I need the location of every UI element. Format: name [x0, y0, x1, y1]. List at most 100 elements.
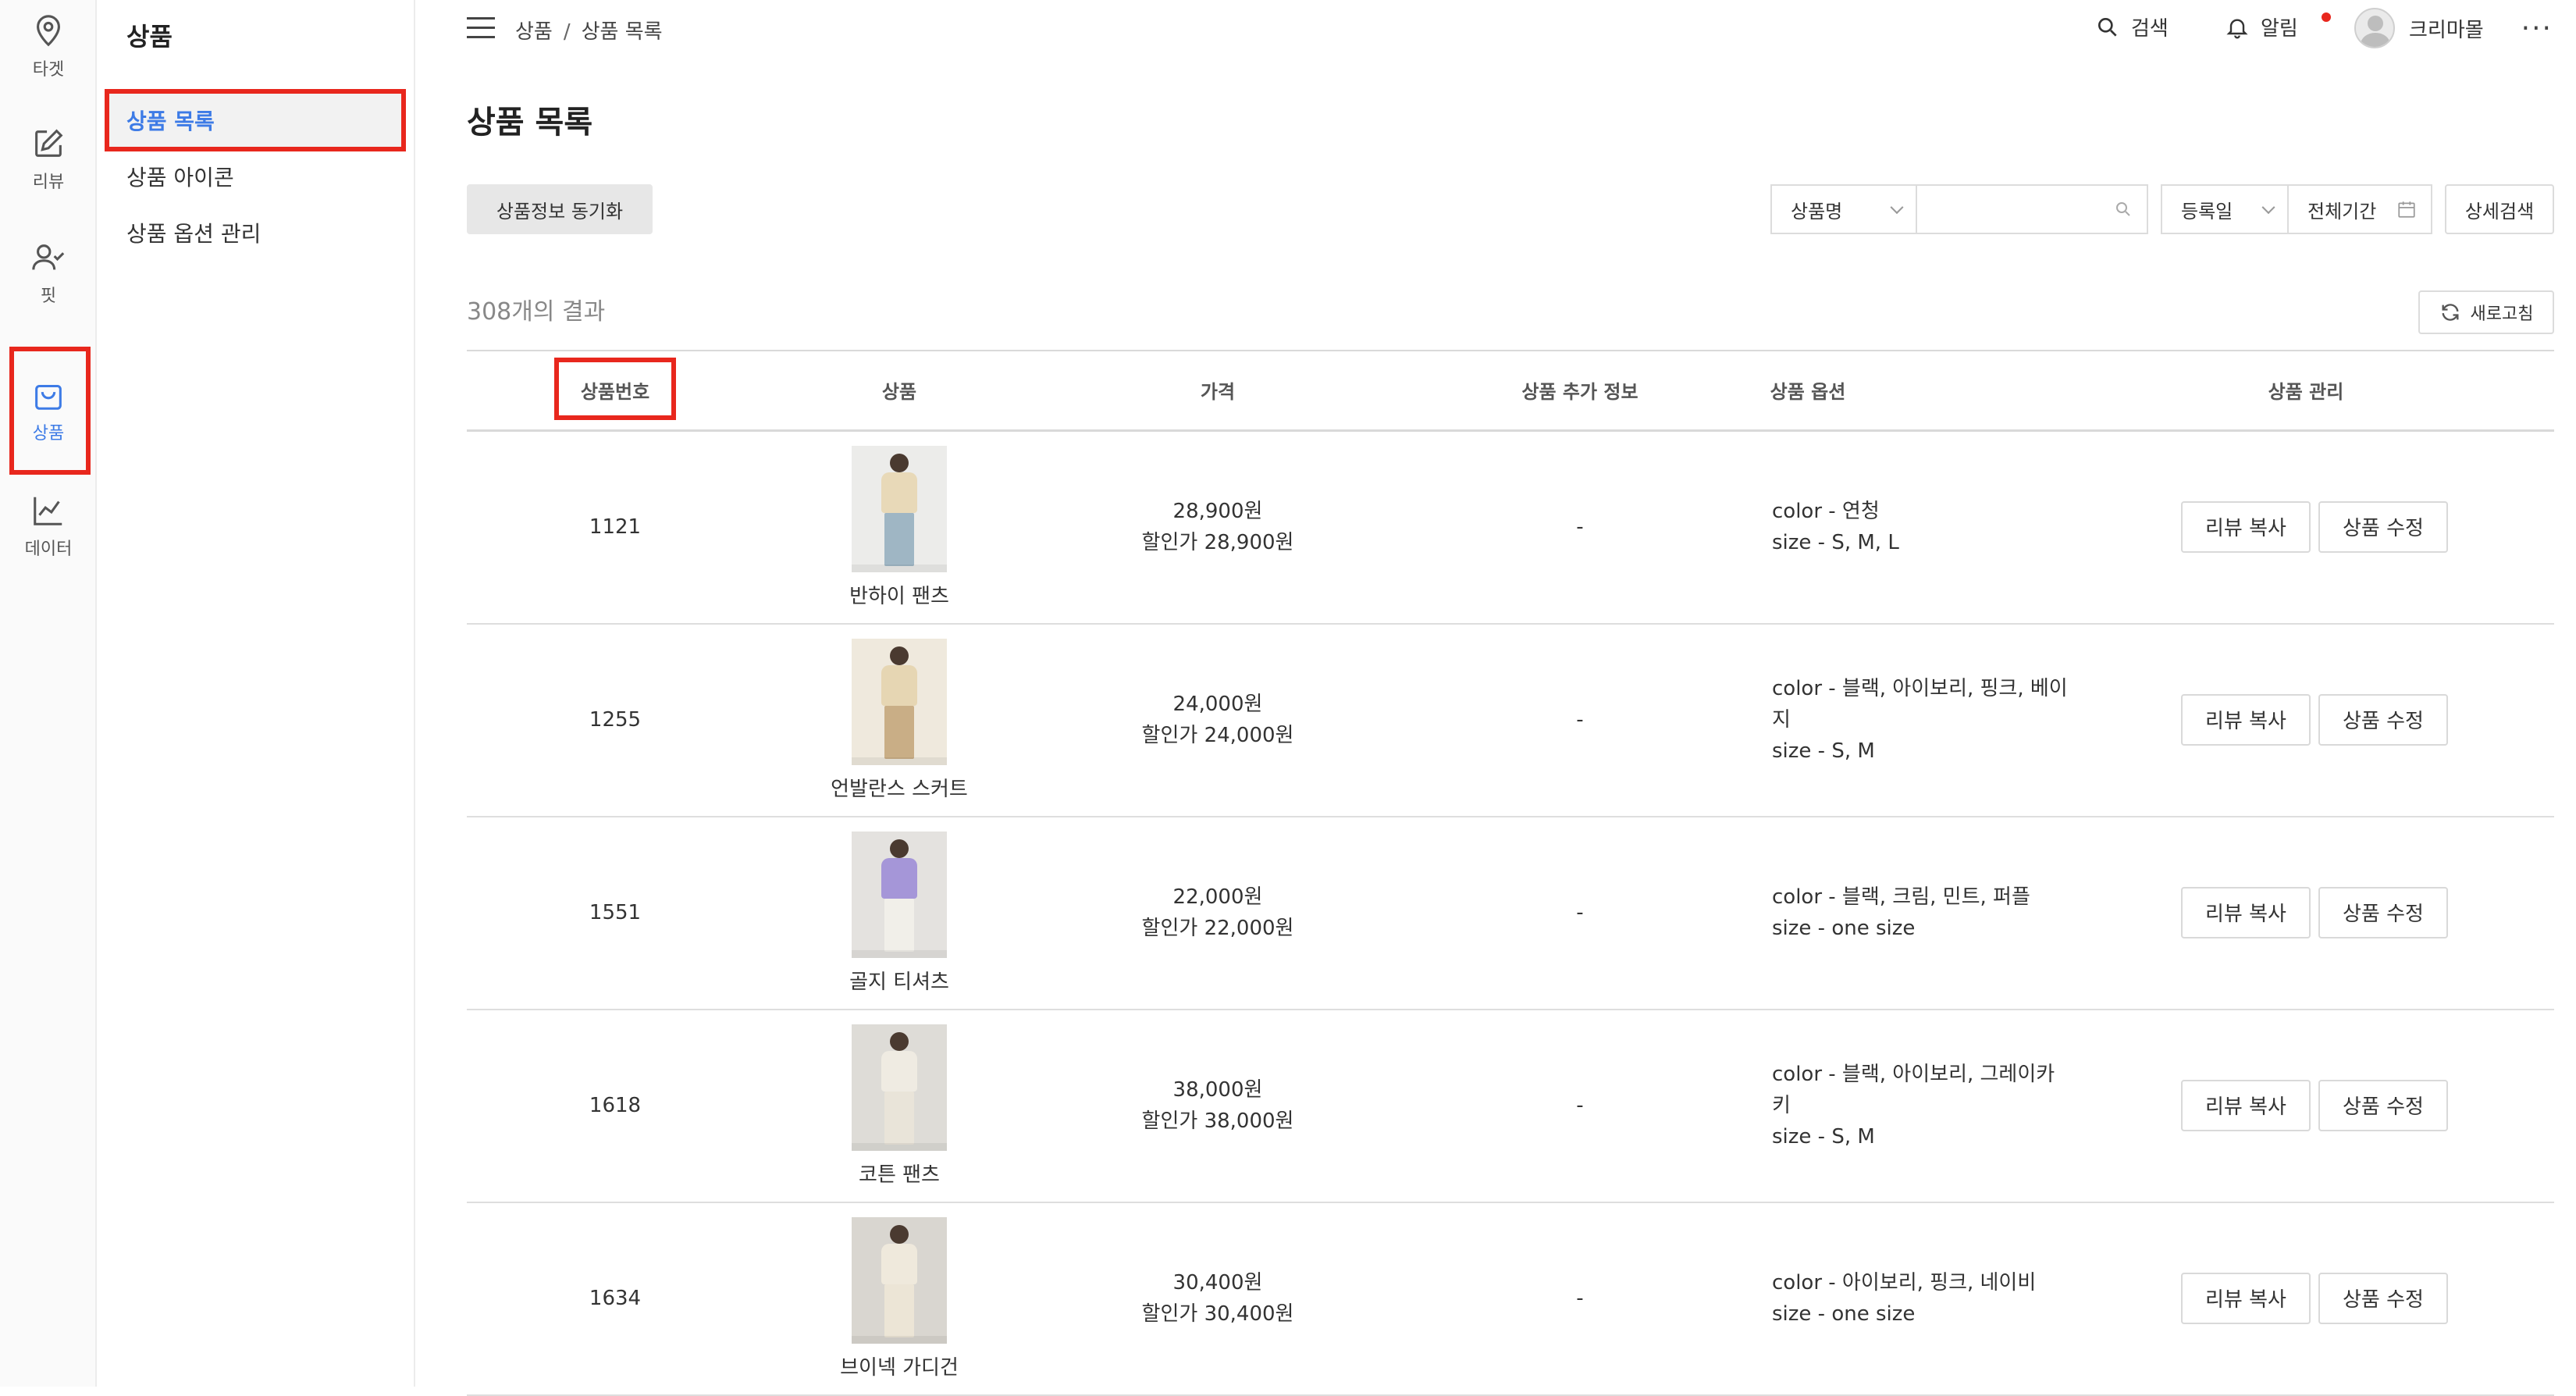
column-header-price: 가격	[1200, 381, 1236, 403]
annotation-highlight	[105, 89, 406, 151]
search-field-select-value: 상품명	[1791, 200, 1843, 223]
search-icon	[2116, 202, 2130, 216]
more-options-icon[interactable]: ···	[2521, 12, 2553, 45]
table-row: 1255 언발란스 스커트 24,000원 할인가 24,000원 - color - 블…	[467, 625, 2554, 817]
user-menu[interactable]: 크리마몰	[2354, 8, 2484, 48]
subnav-item-option-management[interactable]: 상품 옵션 관리	[126, 217, 261, 248]
column-header-extra-info: 상품 추가 정보	[1521, 381, 1638, 403]
header-search-button[interactable]: 검색	[2095, 12, 2169, 41]
price-cell: 30,400원할인가 30,400원	[1142, 1267, 1294, 1330]
advanced-search-button[interactable]: 상세검색	[2445, 184, 2554, 234]
product-name[interactable]: 언발란스 스커트	[831, 773, 968, 802]
review-copy-button[interactable]: 리뷰 복사	[2181, 886, 2311, 938]
subnav-item-product-icon[interactable]: 상품 아이콘	[126, 161, 234, 192]
bell-icon	[2226, 19, 2248, 38]
menu-toggle-icon[interactable]	[467, 17, 495, 41]
extra-info: -	[1576, 1093, 1584, 1117]
product-thumbnail[interactable]	[852, 1024, 947, 1151]
edit-product-button[interactable]: 상품 수정	[2318, 886, 2448, 938]
edit-product-button[interactable]: 상품 수정	[2318, 1079, 2448, 1131]
date-range-picker[interactable]: 전체기간	[2287, 184, 2432, 234]
location-pin-icon	[37, 15, 60, 47]
product-thumbnail[interactable]	[852, 1217, 947, 1344]
price-cell: 28,900원할인가 28,900원	[1142, 496, 1294, 558]
icon-rail: 타겟 리뷰 핏 상품 데이터	[0, 0, 97, 1387]
review-copy-button[interactable]: 리뷰 복사	[2181, 1079, 2311, 1131]
refresh-button[interactable]: 새로고침	[2418, 290, 2554, 334]
avatar	[2354, 8, 2395, 48]
search-input-wrapper	[1916, 184, 2148, 234]
price: 38,000원	[1172, 1077, 1263, 1102]
refresh-label: 새로고침	[2470, 304, 2534, 324]
product-thumbnail[interactable]	[852, 639, 947, 765]
edit-product-button[interactable]: 상품 수정	[2318, 500, 2448, 553]
edit-icon	[35, 129, 63, 157]
edit-product-button[interactable]: 상품 수정	[2318, 1272, 2448, 1324]
product-name[interactable]: 코튼 팬츠	[859, 1159, 940, 1188]
product-id: 1634	[589, 1286, 642, 1310]
breadcrumb: 상품 / 상품 목록	[515, 20, 663, 44]
date-type-select[interactable]: 등록일	[2161, 184, 2289, 234]
product-options: color - 아이보리, 핑크, 네이비 size - one size	[1772, 1270, 2037, 1326]
column-header-product: 상품	[881, 381, 917, 403]
rail-label: 핏	[40, 287, 57, 306]
date-type-select-value: 등록일	[2181, 200, 2233, 223]
refresh-icon	[2442, 304, 2459, 321]
product-thumbnail[interactable]	[852, 446, 947, 572]
price-cell: 38,000원할인가 38,000원	[1142, 1074, 1294, 1137]
price: 28,900원	[1172, 499, 1263, 523]
product-options: color - 블랙, 아이보리, 그레이카 키 size - S, M	[1772, 1062, 2055, 1148]
product-id: 1121	[589, 515, 642, 539]
table-top-border	[467, 350, 2554, 351]
table-row: 1618 코튼 팬츠 38,000원 할인가 38,000원 - color - 블랙, …	[467, 1010, 2554, 1203]
table-row: 1551 골지 티셔츠 22,000원 할인가 22,000원 - color - 블랙,…	[467, 817, 2554, 1010]
product-name[interactable]: 골지 티셔츠	[849, 966, 949, 995]
line-chart-icon	[34, 497, 62, 525]
chevron-down-icon	[1890, 201, 1904, 215]
results-count: 308개의 결과	[467, 298, 606, 326]
sale-price: 할인가 28,900원	[1141, 530, 1294, 554]
product-name[interactable]: 반하이 팬츠	[849, 580, 949, 609]
annotation-highlight	[554, 358, 676, 420]
rail-item-data[interactable]: 데이터	[0, 479, 97, 573]
notification-dot	[2322, 12, 2331, 22]
breadcrumb-item[interactable]: 상품	[515, 20, 553, 44]
price-cell: 24,000원 할인가 24,000원	[1142, 689, 1294, 751]
product-options: color - 블랙, 아이보리, 핑크, 베이 지 size - S, M	[1772, 676, 2068, 763]
rail-item-fit[interactable]: 핏	[0, 226, 97, 320]
extra-info: -	[1576, 1286, 1584, 1310]
column-header-management: 상품 관리	[2268, 381, 2344, 403]
header-search-label: 검색	[2131, 17, 2169, 41]
product-name[interactable]: 브이넥 가디건	[840, 1351, 959, 1380]
review-copy-button[interactable]: 리뷰 복사	[2181, 1272, 2311, 1324]
review-copy-button[interactable]: 리뷰 복사	[2181, 693, 2311, 746]
product-id: 1551	[589, 900, 642, 924]
search-field-select[interactable]: 상품명	[1770, 184, 1916, 234]
product-options: color - 연청 size - S, M, L	[1772, 499, 1899, 554]
product-options: color - 블랙, 크림, 민트, 퍼플 size - one size	[1772, 885, 2030, 940]
product-thumbnail[interactable]	[852, 832, 947, 958]
rail-label: 데이터	[24, 540, 73, 559]
price: 24,000원	[1172, 692, 1263, 716]
price: 22,000원	[1172, 885, 1263, 909]
rail-item-target[interactable]: 타겟	[0, 0, 97, 94]
sale-price: 할인가 38,000원	[1141, 1109, 1294, 1133]
top-header: 상품 / 상품 목록 검색 알림 크리마몰 ···	[415, 0, 2576, 59]
user-name: 크리마몰	[2409, 18, 2484, 42]
date-range-value: 전체기간	[2307, 200, 2377, 223]
extra-info: -	[1576, 707, 1584, 732]
extra-info: -	[1576, 515, 1584, 539]
annotation-highlight	[9, 347, 91, 475]
sale-price: 할인가 22,000원	[1141, 916, 1294, 940]
rail-item-review[interactable]: 리뷰	[0, 112, 97, 206]
search-input[interactable]	[1917, 186, 2147, 233]
column-header-options: 상품 옵션	[1770, 381, 1846, 403]
review-copy-button[interactable]: 리뷰 복사	[2181, 500, 2311, 553]
price: 30,400원	[1172, 1270, 1263, 1295]
person-check-icon	[32, 244, 65, 270]
header-alert-button[interactable]: 알림	[2225, 12, 2331, 41]
sync-product-button[interactable]: 상품정보 동기화	[467, 184, 653, 234]
table-row: 1121 반하이 팬츠 28,900원할인가 28,900원 - color - 연청 …	[467, 432, 2554, 625]
edit-product-button[interactable]: 상품 수정	[2318, 693, 2448, 746]
sale-price: 할인가 30,400원	[1141, 1302, 1294, 1326]
